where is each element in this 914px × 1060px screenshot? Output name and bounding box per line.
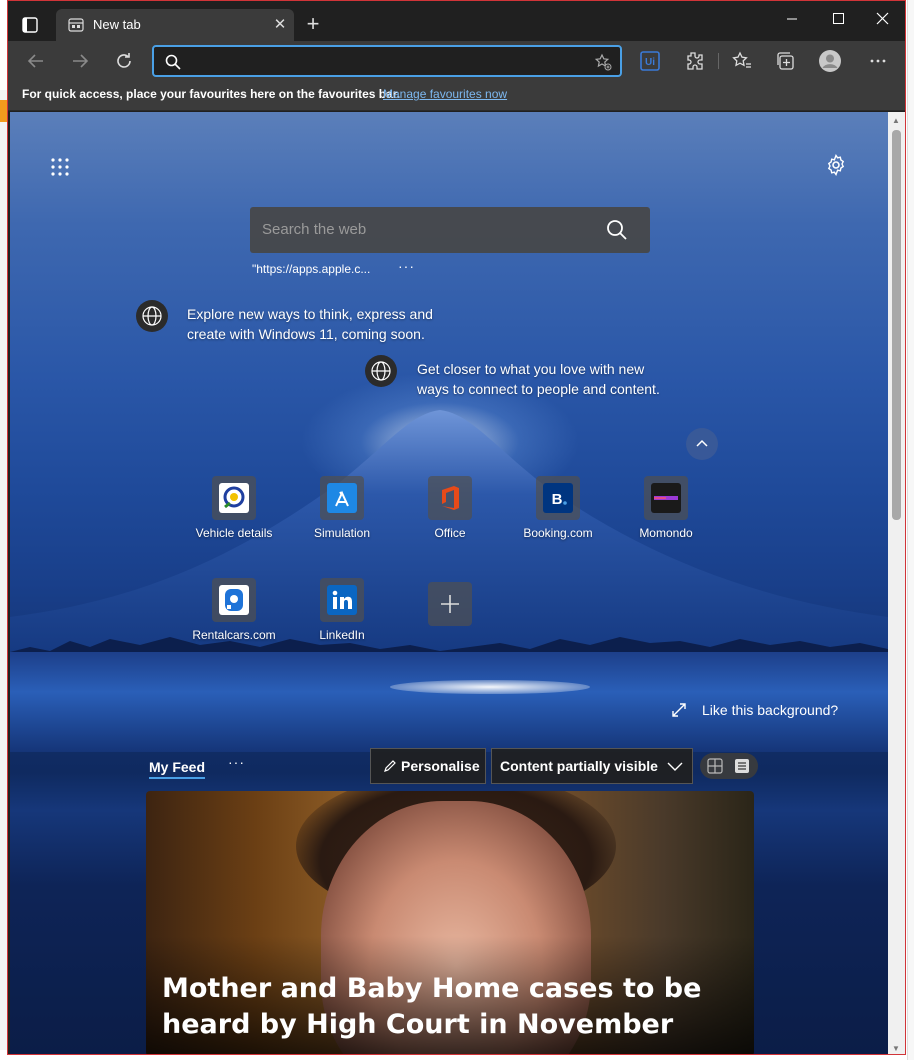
scroll-down-arrow[interactable]: ▼ — [892, 1044, 901, 1053]
content-visibility-dropdown[interactable]: Content partially visible — [491, 748, 693, 784]
quick-link-label: LinkedIn — [319, 628, 365, 642]
content-visibility-label: Content partially visible — [500, 758, 658, 774]
rentalcars-icon — [212, 578, 256, 622]
tab-actions-icon[interactable] — [20, 15, 40, 35]
app-launcher-icon[interactable] — [50, 157, 70, 177]
favourites-icon[interactable] — [730, 49, 754, 73]
favourites-bar-message: For quick access, place your favourites … — [22, 87, 401, 101]
grid-layout-icon[interactable] — [704, 756, 726, 776]
globe-icon — [365, 355, 397, 387]
expand-arrows-icon — [670, 701, 688, 722]
new-tab-page: Search the web "https://apps.apple.c... … — [10, 112, 888, 1054]
forward-button[interactable] — [68, 49, 92, 73]
scroll-up-arrow[interactable]: ▲ — [892, 116, 901, 125]
promo-windows-11[interactable]: Explore new ways to think, express and c… — [187, 304, 447, 344]
tab-my-feed[interactable]: My Feed — [149, 759, 206, 779]
tab-title: New tab — [93, 17, 141, 32]
manage-favourites-link[interactable]: Manage favourites now — [383, 87, 507, 101]
profile-avatar-icon[interactable] — [818, 49, 842, 73]
page-scrollbar[interactable]: ▲ ▼ — [888, 112, 905, 1054]
add-favourite-icon[interactable] — [594, 53, 612, 71]
app-store-icon — [320, 476, 364, 520]
navigation-toolbar: Ui — [8, 41, 905, 81]
office-icon — [428, 476, 472, 520]
toolbar-divider — [718, 53, 719, 69]
quick-link-label: Vehicle details — [195, 526, 273, 540]
extensions-icon[interactable] — [682, 49, 706, 73]
background-app-edge — [907, 0, 914, 1060]
plus-icon — [428, 582, 472, 626]
layout-toggle — [700, 753, 758, 779]
chevron-down-icon — [666, 759, 684, 776]
quick-link-label: Booking.com — [523, 526, 593, 540]
settings-more-icon[interactable] — [866, 49, 890, 73]
like-background-button[interactable]: Like this background? — [670, 701, 880, 723]
extension-ui-icon[interactable]: Ui — [638, 49, 662, 73]
quick-link-office[interactable]: Office — [396, 476, 504, 556]
scrollbar-thumb[interactable] — [892, 130, 901, 520]
vehicle-details-icon — [212, 476, 256, 520]
page-settings-gear-icon[interactable] — [825, 154, 847, 176]
refresh-button[interactable] — [112, 49, 136, 73]
web-search-box[interactable]: Search the web — [250, 207, 650, 253]
new-tab-page-icon — [68, 18, 84, 32]
pencil-icon — [383, 759, 397, 776]
search-magnifier-icon[interactable] — [606, 219, 628, 241]
recent-search-item[interactable]: "https://apps.apple.c... — [252, 262, 370, 276]
quick-link-label: Momondo — [639, 526, 693, 540]
quick-link-booking[interactable]: B Booking.com — [504, 476, 612, 556]
quick-link-vehicle-details[interactable]: Vehicle details — [180, 476, 288, 556]
news-card[interactable]: Mother and Baby Home cases to be heard b… — [146, 791, 754, 1054]
personalise-button[interactable]: Personalise — [370, 748, 486, 784]
personalise-label: Personalise — [401, 758, 480, 774]
tab-new-tab[interactable]: New tab ✕ — [56, 9, 294, 41]
booking-icon: B — [536, 476, 580, 520]
quick-link-linkedin[interactable]: LinkedIn — [288, 578, 396, 658]
maximize-button[interactable] — [816, 5, 860, 31]
recent-search-more-button[interactable]: ··· — [398, 258, 415, 274]
promo-connect[interactable]: Get closer to what you love with new way… — [417, 359, 677, 399]
svg-text:B: B — [552, 491, 563, 508]
feed-toolbar: My Feed ··· Personalise Content partiall… — [10, 742, 888, 790]
list-layout-icon[interactable] — [731, 756, 753, 776]
back-button[interactable] — [24, 49, 48, 73]
quick-link-rentalcars[interactable]: Rentalcars.com — [180, 578, 288, 658]
web-search-placeholder: Search the web — [262, 221, 367, 238]
new-tab-button[interactable]: + — [302, 13, 324, 35]
close-window-button[interactable] — [860, 5, 904, 31]
globe-icon — [136, 300, 168, 332]
like-background-label: Like this background? — [702, 702, 839, 718]
momondo-icon — [644, 476, 688, 520]
address-bar[interactable] — [152, 45, 622, 77]
collapse-quick-links-button[interactable] — [686, 428, 718, 460]
quick-link-label: Office — [434, 526, 466, 540]
tab-close-icon[interactable]: ✕ — [272, 17, 288, 33]
quick-link-label: Simulation — [313, 526, 371, 540]
background-lake-reflection — [390, 680, 590, 694]
svg-text:Ui: Ui — [645, 57, 655, 68]
favourites-bar: For quick access, place your favourites … — [8, 81, 905, 111]
collections-icon[interactable] — [774, 49, 798, 73]
browser-window: New tab ✕ + Ui For quick access, place y… — [7, 0, 906, 1055]
news-headline[interactable]: Mother and Baby Home cases to be heard b… — [162, 971, 752, 1043]
quick-link-label: Rentalcars.com — [192, 628, 276, 642]
add-quick-link-button[interactable] — [396, 582, 504, 662]
search-icon — [164, 53, 182, 71]
quick-link-simulation[interactable]: Simulation — [288, 476, 396, 556]
feed-more-button[interactable]: ··· — [228, 754, 245, 770]
linkedin-icon — [320, 578, 364, 622]
minimize-button[interactable] — [770, 5, 814, 31]
quick-link-momondo[interactable]: Momondo — [612, 476, 720, 556]
